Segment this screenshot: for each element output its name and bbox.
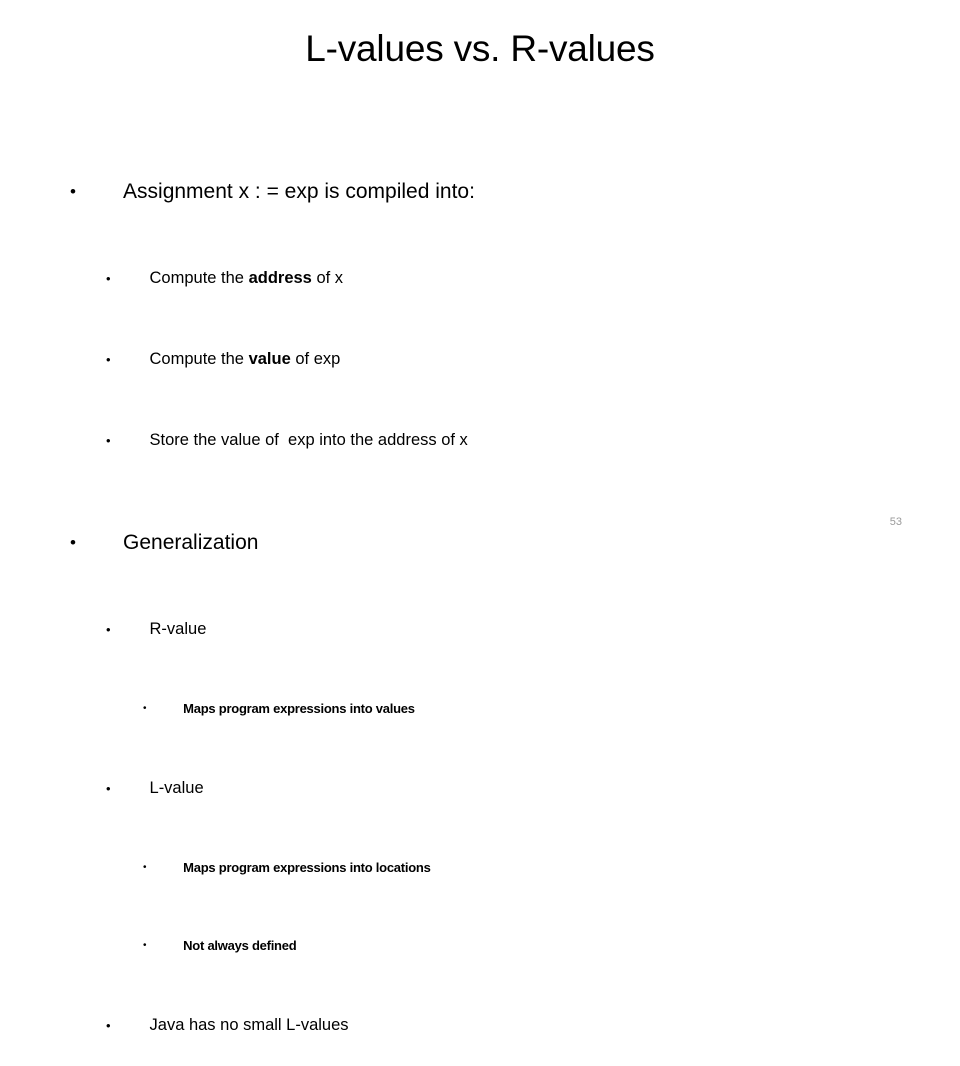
bullet-glyph-icon: • <box>106 352 111 367</box>
bullet-glyph-icon: • <box>143 703 147 714</box>
bullet-r-value-text: R-value <box>149 620 207 638</box>
bullet-glyph-icon: • <box>106 781 111 796</box>
bullet-generalization-heading-text: Generalization <box>123 531 259 554</box>
bullet-glyph-icon: • <box>106 622 111 637</box>
bullet-compute-value: • Compute the value of exp <box>0 319 960 400</box>
bullet-compute-address: • Compute the address of x <box>0 238 960 319</box>
bullet-r-value-detail-1: • Maps program expressions into values <box>0 670 960 748</box>
step-emphasis: address <box>248 269 312 287</box>
bullet-compute-value-text: Compute the value of exp <box>150 346 341 373</box>
step-suffix: of exp <box>290 350 341 368</box>
bullet-glyph-icon: • <box>106 271 111 286</box>
bullet-r-value-detail-1-text: Maps program expressions into values <box>183 701 415 716</box>
bullet-glyph-icon: • <box>143 862 147 873</box>
bullet-glyph-icon: • <box>143 940 147 951</box>
step-emphasis: value <box>248 350 291 368</box>
bullet-java-no-small-l-values: • Java has no small L-values <box>0 985 960 1066</box>
step-prefix: Compute the <box>149 269 249 287</box>
bullet-assignment-heading: • Assignment x : = exp is compiled into: <box>0 145 960 238</box>
slide-canvas: L-values vs. R-values • Assignment x : = … <box>0 0 960 1034</box>
step-suffix: of x <box>311 269 344 287</box>
bullet-l-value-detail-1-text: Maps program expressions into locations <box>183 860 431 875</box>
bullet-l-value: • L-value <box>0 748 960 829</box>
bullet-generalization-heading: • Generalization <box>0 496 960 589</box>
bullet-l-value-detail-2: • Not always defined <box>0 907 960 985</box>
step-prefix: Compute the <box>149 350 249 368</box>
bullet-l-value-detail-1: • Maps program expressions into locations <box>0 829 960 907</box>
bullet-l-value-text: L-value <box>149 779 204 797</box>
bullet-r-value: • R-value <box>0 589 960 670</box>
bullet-assignment-heading-text: Assignment x : = exp is compiled into: <box>123 180 475 203</box>
bullet-compute-address-text: Compute the address of x <box>150 265 344 292</box>
bullet-glyph-icon: • <box>70 182 76 201</box>
bullet-l-value-detail-2-text: Not always defined <box>183 938 297 953</box>
bullet-java-no-small-l-values-text: Java has no small L-values <box>149 1016 349 1034</box>
bullet-store-value-text: Store the value of exp into the address … <box>149 431 468 449</box>
bullet-glyph-icon: • <box>106 1018 111 1033</box>
bullet-glyph-icon: • <box>70 533 76 552</box>
slide-body: • Assignment x : = exp is compiled into: … <box>0 145 960 1066</box>
bullet-glyph-icon: • <box>106 433 111 448</box>
bullet-store-value: • Store the value of exp into the address… <box>0 400 960 481</box>
slide-title: L-values vs. R-values <box>305 28 655 69</box>
page-number: 53 <box>889 516 902 528</box>
